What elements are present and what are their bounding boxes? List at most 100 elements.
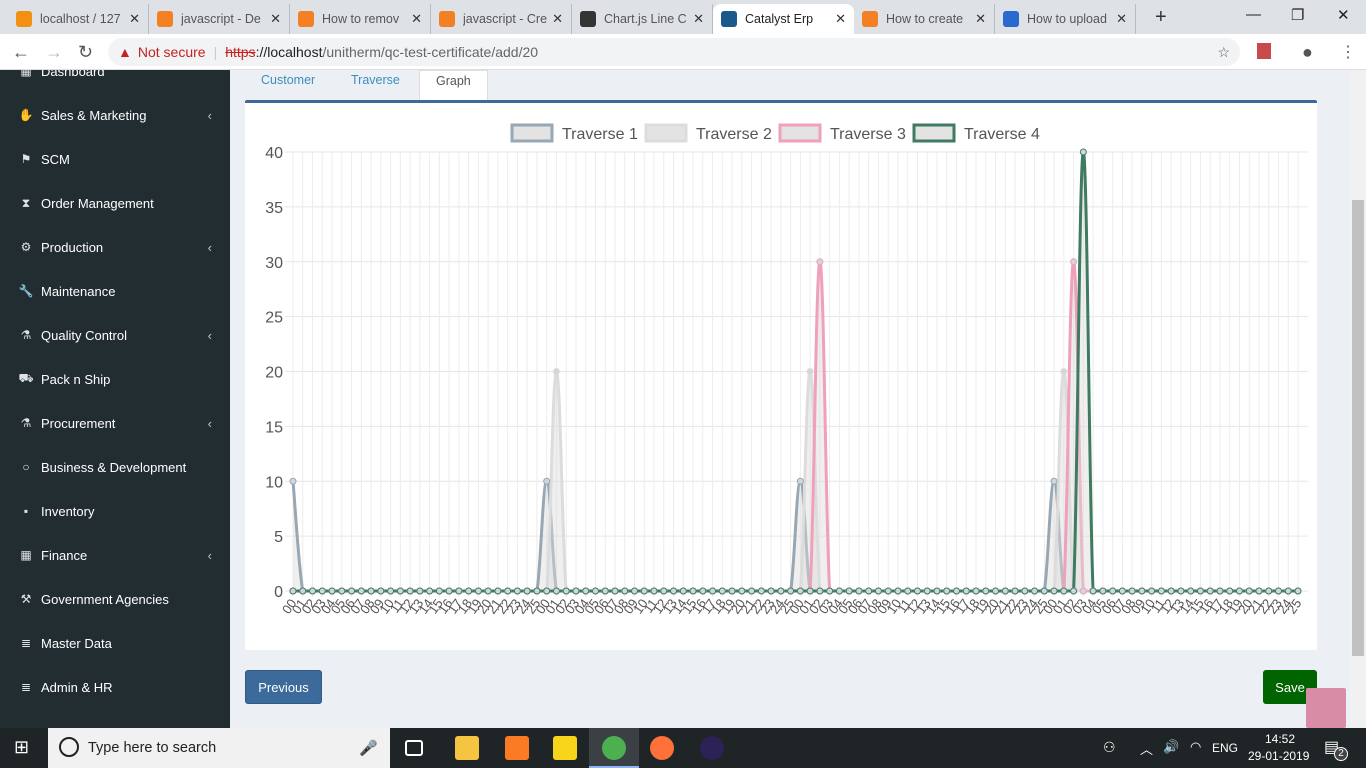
- data-point: [1109, 587, 1117, 595]
- sidebar-item[interactable]: ⚒ Government Agencies: [0, 584, 230, 614]
- sidebar-item[interactable]: ⧗ Order Management: [0, 188, 230, 218]
- sidebar-item[interactable]: ≣ Admin & HR: [0, 672, 230, 702]
- data-point: [757, 587, 765, 595]
- tab-close-icon[interactable]: ✕: [552, 11, 563, 27]
- sidebar-item[interactable]: ○ Business & Development: [0, 452, 230, 482]
- data-point: [913, 587, 921, 595]
- sidebar-item-label: Dashboard: [41, 70, 105, 79]
- browser-tab[interactable]: How to remov ✕: [290, 4, 431, 34]
- sidebar-item[interactable]: ⛟ Pack n Ship: [0, 364, 230, 394]
- url-host: ://localhost: [255, 44, 323, 60]
- flask-icon: ⚗: [20, 416, 32, 430]
- volume-icon[interactable]: 🔊: [1163, 739, 1179, 755]
- windows-taskbar: ⊞ Type here to search 🎤 ⚇ ︿ 🔊 ◠ ENG 14:5…: [0, 728, 1366, 768]
- chrome-icon[interactable]: [602, 736, 626, 760]
- extension-icon[interactable]: [1257, 43, 1271, 59]
- restore-button[interactable]: ❐: [1291, 6, 1304, 24]
- sidebar-item[interactable]: ▦ Finance ‹: [0, 540, 230, 570]
- data-point: [904, 587, 912, 595]
- sidebar-item[interactable]: ⚙ Production ‹: [0, 232, 230, 262]
- new-tab-button[interactable]: +: [1155, 6, 1167, 29]
- menu-icon[interactable]: ⋮: [1340, 42, 1356, 62]
- previous-button[interactable]: Previous: [245, 670, 322, 704]
- wifi-icon[interactable]: ◠: [1190, 739, 1201, 755]
- sidebar-item[interactable]: ⚗ Quality Control ‹: [0, 320, 230, 350]
- sidebar-item[interactable]: ≣ Master Data: [0, 628, 230, 658]
- task-view-icon[interactable]: [405, 740, 423, 756]
- tab-close-icon[interactable]: ✕: [693, 11, 704, 27]
- url-path: /unitherm/qc-test-certificate/add/20: [322, 44, 539, 60]
- close-window-button[interactable]: ✕: [1337, 6, 1350, 24]
- security-status[interactable]: Not secure: [138, 44, 206, 60]
- dashboard-icon: ▦: [20, 70, 32, 78]
- people-icon[interactable]: ⚇: [1103, 739, 1116, 756]
- tab-close-icon[interactable]: ✕: [411, 11, 422, 27]
- data-point: [796, 477, 804, 485]
- tab-close-icon[interactable]: ✕: [129, 11, 140, 27]
- sidebar-item[interactable]: ✋ Sales & Marketing ‹: [0, 100, 230, 130]
- data-point: [845, 587, 853, 595]
- data-point: [728, 587, 736, 595]
- data-point: [718, 587, 726, 595]
- windows-start-icon[interactable]: ⊞: [14, 737, 29, 758]
- tab-close-icon[interactable]: ✕: [835, 11, 846, 27]
- firefox-icon[interactable]: [650, 736, 674, 760]
- sidebar-item[interactable]: ▪ Inventory: [0, 496, 230, 526]
- data-point: [357, 587, 365, 595]
- legend-swatch: [912, 123, 956, 143]
- tab-close-icon[interactable]: ✕: [270, 11, 281, 27]
- tab-customer[interactable]: Customer: [245, 70, 331, 100]
- sticky-notes-icon[interactable]: [553, 736, 577, 760]
- clock-time[interactable]: 14:52: [1265, 732, 1295, 746]
- bookmark-star-icon[interactable]: ☆: [1217, 44, 1230, 61]
- legend-swatch: [778, 123, 822, 143]
- back-icon[interactable]: ←: [12, 42, 30, 63]
- clock-date[interactable]: 29-01-2019: [1248, 749, 1309, 763]
- minimize-button[interactable]: —: [1246, 6, 1261, 23]
- microphone-icon[interactable]: 🎤: [359, 739, 378, 757]
- browser-tab[interactable]: How to create ✕: [854, 4, 995, 34]
- tab-close-icon[interactable]: ✕: [975, 11, 986, 27]
- data-point: [1011, 587, 1019, 595]
- data-point: [1255, 587, 1263, 595]
- file-explorer-icon[interactable]: [455, 736, 479, 760]
- data-point: [543, 477, 551, 485]
- show-hidden-icons[interactable]: ︿: [1140, 739, 1153, 758]
- profile-icon[interactable]: ●: [1302, 42, 1313, 63]
- browser-tab[interactable]: javascript - De ✕: [149, 4, 290, 34]
- stackoverflow-icon: [862, 11, 878, 27]
- browser-tab[interactable]: localhost / 127 ✕: [8, 4, 149, 34]
- reload-icon[interactable]: ↻: [78, 42, 93, 63]
- browser-tab[interactable]: How to upload ✕: [995, 4, 1136, 34]
- xampp-icon[interactable]: [505, 736, 529, 760]
- data-point: [650, 587, 658, 595]
- sidebar-item[interactable]: ⚑ SCM: [0, 144, 230, 174]
- forward-icon[interactable]: →: [45, 42, 63, 63]
- eclipse-icon[interactable]: [700, 736, 724, 760]
- data-point: [338, 587, 346, 595]
- tab-graph[interactable]: Graph: [419, 70, 488, 100]
- flag-icon: ⚑: [20, 152, 32, 166]
- browser-tab[interactable]: Catalyst Erp ✕: [713, 4, 854, 34]
- data-point: [328, 587, 336, 595]
- browser-tab[interactable]: javascript - Cre ✕: [431, 4, 572, 34]
- data-point: [806, 587, 814, 595]
- data-point: [377, 587, 385, 595]
- language-indicator[interactable]: ENG: [1212, 741, 1238, 755]
- data-point: [552, 368, 560, 375]
- scrollbar-thumb[interactable]: [1352, 200, 1364, 656]
- data-point: [1050, 587, 1058, 595]
- taskbar-search-input[interactable]: Type here to search 🎤: [48, 728, 390, 768]
- sidebar-item[interactable]: ⚗ Procurement ‹: [0, 408, 230, 438]
- sidebar-item-label: Master Data: [41, 635, 112, 651]
- data-point: [1216, 587, 1224, 595]
- tab-close-icon[interactable]: ✕: [1116, 11, 1127, 27]
- cakephp-debug-icon[interactable]: [1306, 688, 1346, 728]
- search-placeholder: Type here to search: [88, 740, 217, 756]
- tab-traverse[interactable]: Traverse: [335, 70, 416, 100]
- data-point: [1060, 587, 1068, 595]
- sidebar-item[interactable]: ▦ Dashboard: [0, 70, 230, 86]
- sidebar-item[interactable]: 🔧 Maintenance: [0, 276, 230, 306]
- url-input[interactable]: ▲ Not secure | https://localhost/unither…: [108, 38, 1240, 66]
- browser-tab[interactable]: Chart.js Line C ✕: [572, 4, 713, 34]
